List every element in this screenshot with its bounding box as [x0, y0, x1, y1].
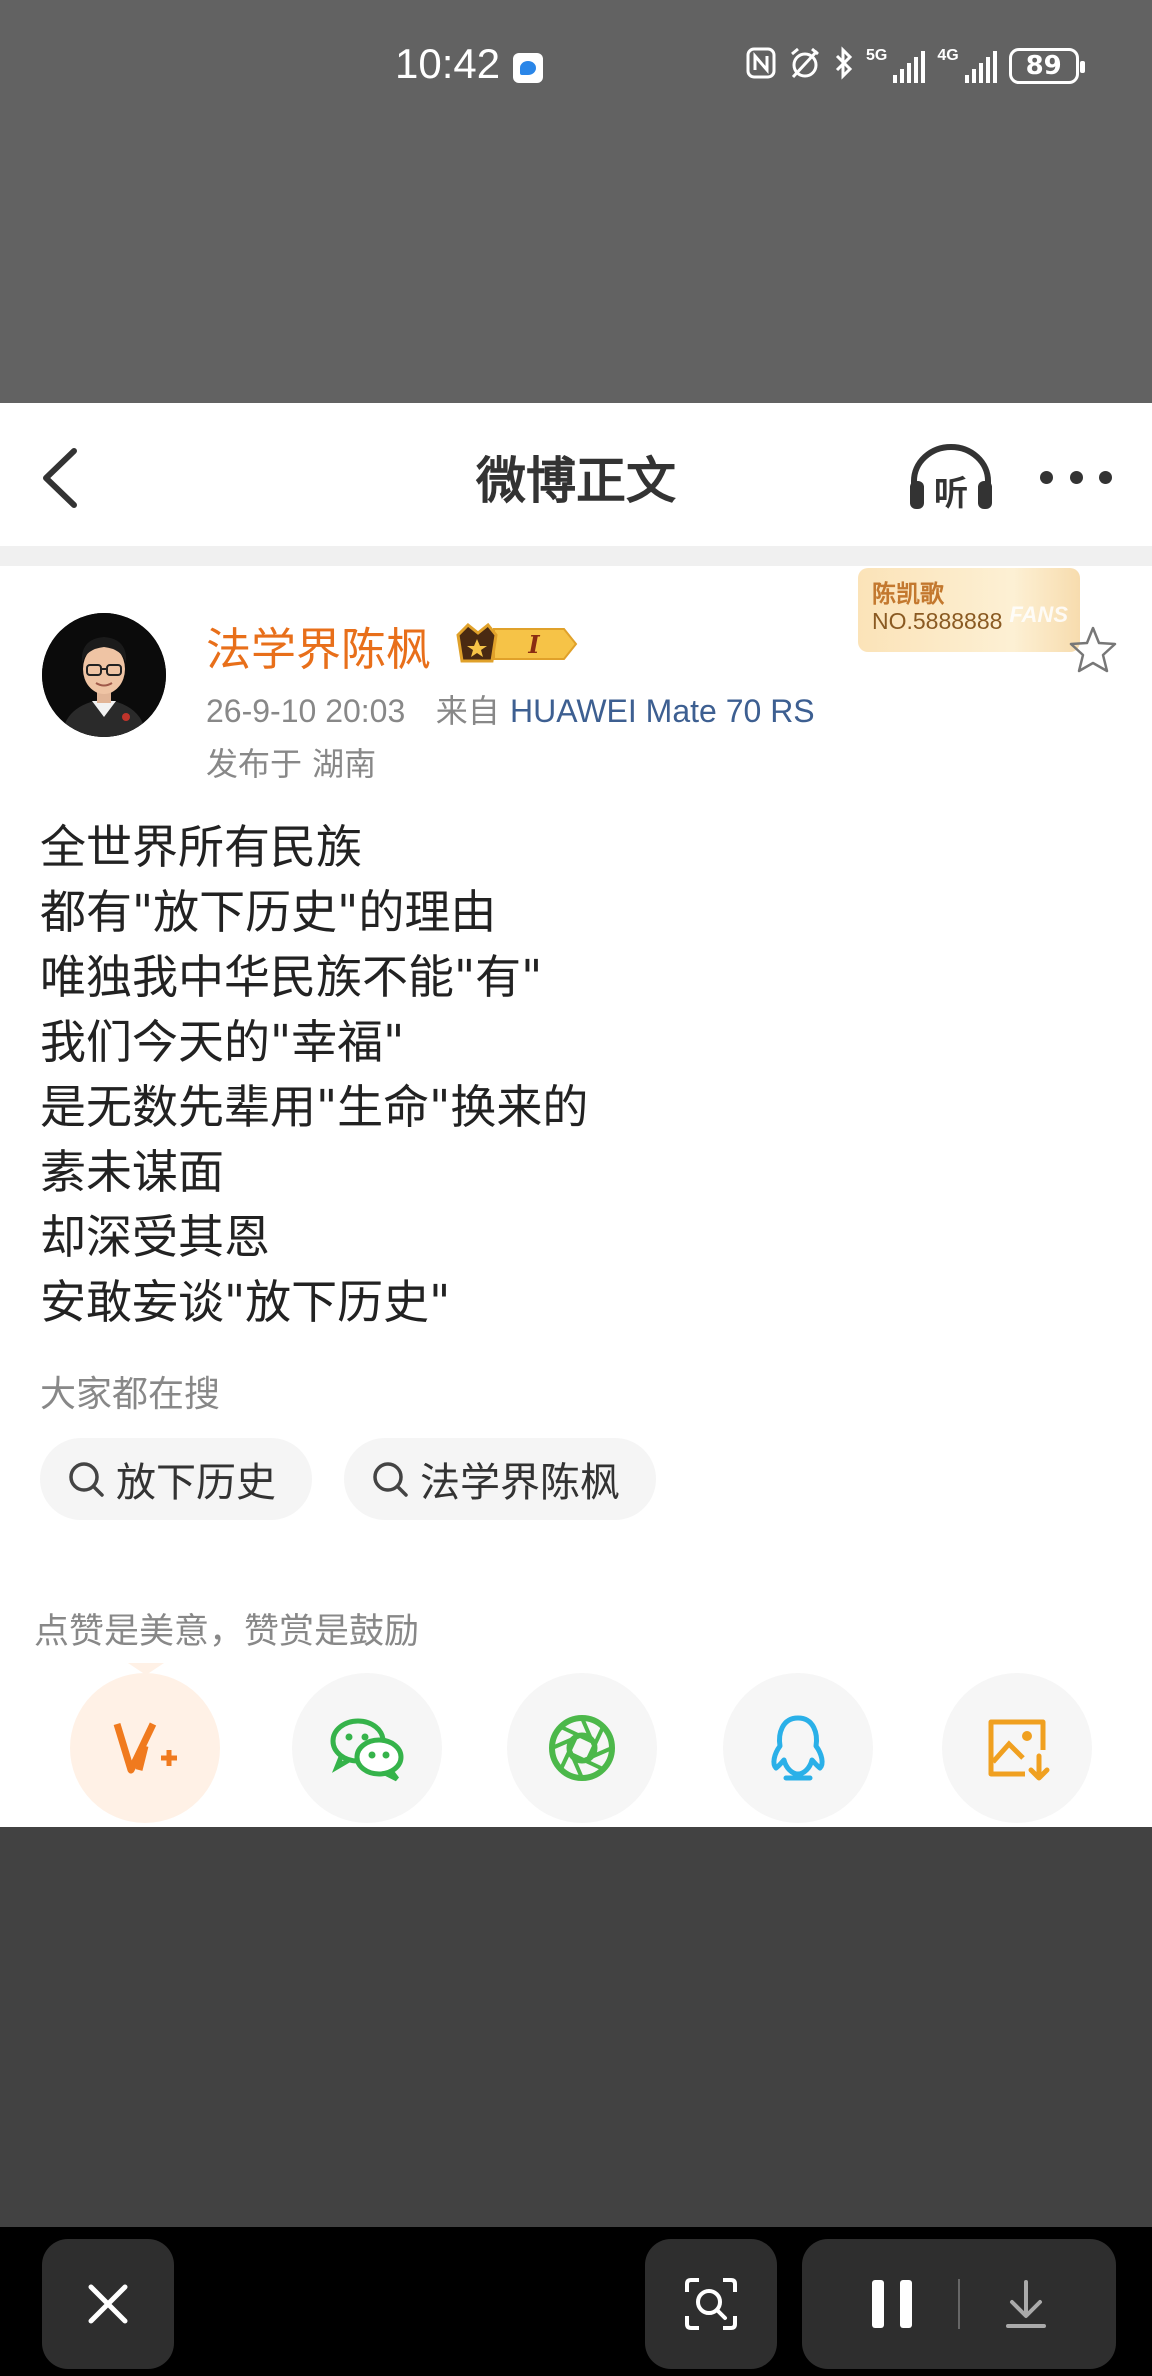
alarm-off-icon — [788, 46, 822, 87]
moments-share-button[interactable] — [507, 1673, 657, 1823]
more-dot-icon — [1069, 470, 1083, 484]
post-line: 安敢妄谈"放下历史" — [40, 1275, 451, 1329]
post-line: 素未谋面 — [40, 1145, 224, 1199]
post-line: 全世界所有民族 — [40, 820, 362, 874]
scan-search-icon — [685, 2278, 737, 2330]
v-plus-icon — [113, 1722, 177, 1774]
post-line: 都有"放下历史"的理由 — [40, 885, 497, 939]
source-prefix: 来自 — [435, 692, 500, 730]
status-icons: 5G 4G 89 — [746, 44, 1085, 88]
post-line: 我们今天的"幸福" — [40, 1015, 405, 1069]
close-button[interactable] — [42, 2239, 174, 2369]
status-time: 10:42 — [395, 40, 501, 87]
divider — [0, 546, 1152, 566]
listen-label: 听 — [934, 474, 968, 513]
notification-app-icon — [513, 53, 543, 83]
post-body: 全世界所有民族 都有"放下历史"的理由 唯独我中华民族不能"有" 我们今天的"幸… — [40, 815, 588, 1335]
signal-icon-2 — [964, 49, 997, 83]
post-line: 却深受其恩 — [40, 1210, 270, 1264]
divider — [958, 2279, 960, 2329]
signal-icon-1 — [893, 49, 926, 83]
moments-icon — [549, 1715, 615, 1781]
share-row — [0, 1673, 1152, 1827]
more-button[interactable] — [1040, 465, 1112, 489]
search-icon — [373, 1462, 408, 1497]
wechat-share-button[interactable] — [292, 1673, 442, 1823]
media-controls — [802, 2239, 1116, 2369]
avatar[interactable] — [42, 613, 166, 737]
dimmed-background-bottom — [0, 1827, 1152, 2227]
star-icon[interactable] — [1066, 623, 1120, 677]
weibo-post-card: 微博正文 听 法学界陈枫 I 陈凯歌 NO.5888888 FANS 26-9-… — [0, 403, 1152, 1827]
headphones-icon: 听 — [910, 444, 992, 514]
network-type-2: 4G — [937, 47, 959, 64]
fans-badge-text: FANS — [1009, 602, 1068, 627]
trending-search-label: 大家都在搜 — [40, 1374, 221, 1415]
status-bar: 10:42 5G 4G 89 — [0, 0, 1152, 136]
post-device[interactable]: HUAWEI Mate 70 RS — [510, 693, 815, 729]
username[interactable]: 法学界陈枫 — [206, 613, 431, 678]
qq-icon — [771, 1715, 825, 1781]
more-dot-icon — [1040, 470, 1053, 484]
pause-icon[interactable] — [866, 2276, 918, 2332]
save-image-icon — [988, 1719, 1050, 1781]
save-image-button[interactable] — [942, 1673, 1092, 1823]
battery-icon: 89 — [1008, 48, 1085, 84]
screen-recorder-toolbar — [0, 2227, 1152, 2376]
reward-tip: 点赞是美意，赞赏是鼓励 — [34, 1612, 420, 1652]
wechat-icon — [330, 1718, 404, 1782]
fans-badge-number: NO.5888888 — [872, 608, 1003, 634]
post-time: 26-9-10 20:03 — [206, 693, 406, 729]
post-line: 唯独我中华民族不能"有" — [40, 950, 543, 1004]
vip-level: I — [527, 630, 540, 659]
nfc-icon — [746, 47, 776, 86]
qq-share-button[interactable] — [723, 1673, 873, 1823]
search-chip[interactable]: 放下历史 — [40, 1438, 312, 1520]
post-location: 发布于 湖南 — [206, 745, 377, 783]
more-dot-icon — [1099, 470, 1112, 484]
bluetooth-icon — [834, 45, 854, 87]
post-line: 是无数先辈用"生命"换来的 — [40, 1080, 589, 1134]
search-chip-label: 法学界陈枫 — [420, 1460, 620, 1506]
search-chip[interactable]: 法学界陈枫 — [344, 1438, 656, 1520]
search-icon — [69, 1462, 104, 1497]
close-icon — [88, 2284, 128, 2324]
v-plus-button[interactable] — [70, 1673, 220, 1823]
battery-level: 89 — [1025, 51, 1062, 81]
fans-badge[interactable]: 陈凯歌 NO.5888888 FANS — [858, 568, 1080, 652]
vip-badge[interactable]: I — [456, 617, 581, 671]
network-type-1: 5G — [866, 47, 888, 64]
listen-button[interactable]: 听 — [906, 443, 996, 514]
scan-button[interactable] — [645, 2239, 777, 2369]
download-icon[interactable] — [1000, 2276, 1052, 2332]
nav-bar: 微博正文 听 — [0, 403, 1152, 546]
fans-badge-name: 陈凯歌 — [872, 580, 944, 608]
post-meta: 26-9-10 20:03 来自 HUAWEI Mate 70 RS — [206, 686, 815, 732]
search-chip-label: 放下历史 — [116, 1460, 276, 1506]
avatar-image — [42, 613, 166, 737]
